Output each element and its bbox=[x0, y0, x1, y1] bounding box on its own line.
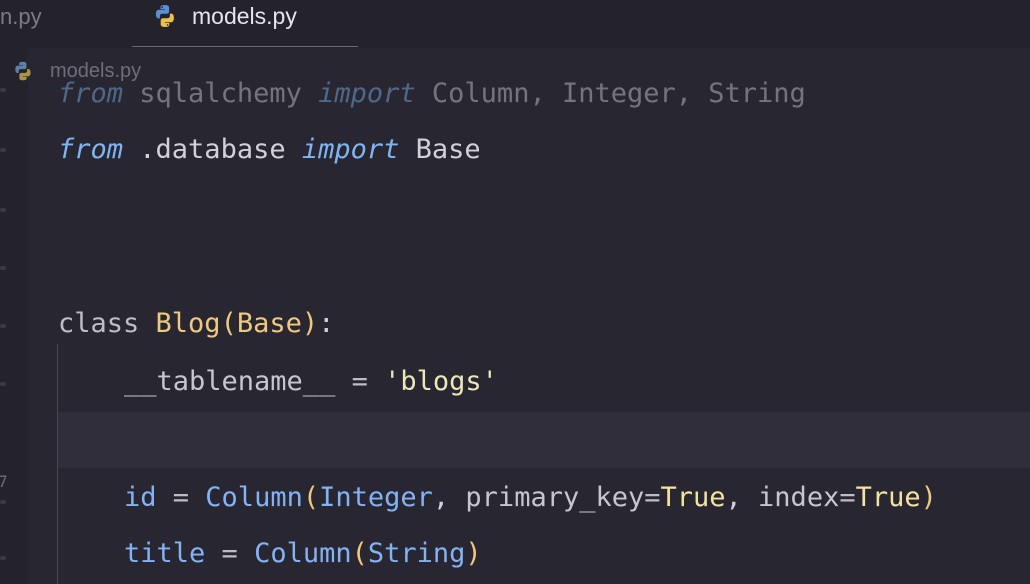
tab-bar: n.py models.py bbox=[0, 0, 1030, 48]
paren: ) bbox=[920, 482, 937, 513]
separator: , bbox=[432, 482, 466, 513]
separator: , bbox=[725, 482, 759, 513]
keyword-arg: primary_key bbox=[465, 482, 645, 513]
class-name: Blog bbox=[139, 308, 221, 339]
constant: True bbox=[660, 482, 726, 513]
attribute-name: __tablename__ bbox=[124, 366, 336, 397]
module-name: sqlalchemy bbox=[123, 78, 319, 109]
code-line-tablename: __tablename__ = 'blogs' bbox=[124, 362, 498, 402]
argument: Integer bbox=[319, 482, 433, 513]
keyword: class bbox=[58, 308, 140, 339]
code-content[interactable]: from sqlalchemy import Column, Integer, … bbox=[58, 48, 1030, 584]
tab-previous-file[interactable]: n.py bbox=[0, 4, 42, 30]
code-line-title-column: title = Column(String) bbox=[124, 534, 482, 574]
import-names: Base bbox=[399, 134, 481, 165]
code-line-import-database: from .database import Base bbox=[58, 130, 481, 170]
line-gutter: 7 bbox=[0, 48, 28, 584]
code-line-id-column: id = Column(Integer, primary_key=True, i… bbox=[124, 478, 937, 518]
gutter-marker bbox=[0, 208, 6, 212]
operator: = bbox=[156, 482, 206, 513]
line-number: 7 bbox=[0, 472, 8, 491]
colon: : bbox=[318, 308, 335, 339]
base-class: Base bbox=[236, 308, 302, 339]
constant: True bbox=[855, 482, 921, 513]
gutter-marker bbox=[0, 266, 6, 270]
gutter-marker bbox=[0, 324, 6, 328]
operator: = bbox=[205, 538, 255, 569]
tab-previous-label: n.py bbox=[0, 4, 42, 29]
import-names: Column, Integer, String bbox=[415, 78, 806, 109]
python-icon bbox=[155, 5, 174, 27]
breadcrumb-file-label: models.py bbox=[50, 60, 142, 82]
keyword: import bbox=[301, 134, 400, 165]
operator: = bbox=[335, 366, 385, 397]
code-editor[interactable]: 7 from sqlalchemy import Column, Integer… bbox=[0, 48, 1030, 584]
paren: ) bbox=[301, 308, 319, 339]
operator: = bbox=[839, 482, 856, 513]
gutter-marker bbox=[0, 382, 6, 386]
code-line-import-sqlalchemy: from sqlalchemy import Column, Integer, … bbox=[58, 74, 806, 114]
python-icon bbox=[15, 61, 31, 81]
paren: ( bbox=[351, 538, 368, 569]
gutter-marker bbox=[0, 500, 6, 504]
variable: title bbox=[124, 538, 206, 569]
keyword: from bbox=[58, 134, 124, 165]
paren: ) bbox=[465, 538, 482, 569]
keyword: import bbox=[318, 78, 416, 109]
variable: id bbox=[124, 482, 157, 513]
tab-active-label: models.py bbox=[192, 3, 297, 29]
keyword-arg: index bbox=[758, 482, 840, 513]
paren: ( bbox=[220, 308, 237, 339]
code-line-class-def: class Blog(Base): bbox=[58, 304, 334, 344]
gutter-marker bbox=[0, 148, 6, 152]
gutter-marker bbox=[0, 88, 6, 92]
paren: ( bbox=[302, 482, 320, 513]
argument: String bbox=[367, 538, 466, 569]
function-call: Column bbox=[254, 538, 352, 569]
operator: = bbox=[644, 482, 661, 513]
tab-models-py[interactable]: models.py bbox=[132, 0, 358, 47]
function-call: Column bbox=[205, 482, 303, 513]
gutter-marker bbox=[0, 556, 6, 560]
string-literal: 'blogs' bbox=[384, 366, 498, 397]
module-name: .database bbox=[123, 134, 302, 165]
